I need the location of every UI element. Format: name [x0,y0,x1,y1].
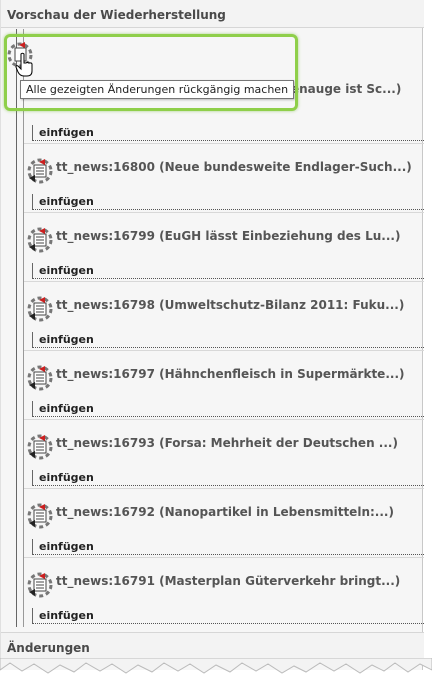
list-item: tt_news:16792 (Nanopartikel in Lebensmit… [24,488,424,538]
operation-label: einfügen [32,470,424,486]
undo-record-icon[interactable] [26,501,54,529]
undo-record-icon[interactable] [26,225,54,253]
item-title: tt_news:16791 (Masterplan Güterverkehr b… [56,574,401,588]
list-item: tt_news:16799 (EuGH lässt Einbeziehung d… [24,212,424,262]
preview-header: Vorschau der Wiederherstellung [1,0,424,28]
undo-record-icon[interactable] [26,570,54,598]
list-item: tt_news:16800 (Neue bundesweite Endlager… [24,143,424,193]
undo-all-tooltip: Alle gezeigten Änderungen rückgängig mac… [20,80,295,99]
undo-record-icon[interactable] [26,432,54,460]
item-title: tt_news:16800 (Neue bundesweite Endlager… [56,160,412,174]
torn-edge [0,658,432,674]
operation-label: einfügen [32,401,424,417]
undo-record-icon[interactable] [26,156,54,184]
list-item: tt_news:16793 (Forsa: Mehrheit der Deuts… [24,419,424,469]
item-title: tt_news:16799 (EuGH lässt Einbeziehung d… [56,229,401,243]
list-item: tt_news:16798 (Umweltschutz-Bilanz 2011:… [24,281,424,331]
operation-label: einfügen [32,539,424,555]
changes-header: Änderungen [1,632,424,660]
undo-record-icon[interactable] [26,363,54,391]
operation-label: einfügen [32,263,424,279]
restore-tree: enauge ist Sc...) einfügen tt_news:16800… [16,29,424,632]
operation-label: einfügen [32,332,424,348]
item-title: tt_news:16792 (Nanopartikel in Lebensmit… [56,505,394,519]
item-title: tt_news:16798 (Umweltschutz-Bilanz 2011:… [56,298,405,312]
restore-preview-panel: Vorschau der Wiederherstellung enauge is… [0,0,424,670]
item-title: tt_news:16797 (Hähnchenfleisch in Superm… [56,367,405,381]
hand-cursor-icon [15,52,35,78]
undo-record-icon[interactable] [26,294,54,322]
root-row: enauge ist Sc...) [16,29,424,112]
list-item: tt_news:16791 (Masterplan Güterverkehr b… [24,557,424,607]
list-item: tt_news:16797 (Hähnchenfleisch in Superm… [24,350,424,400]
item-title: tt_news:16793 (Forsa: Mehrheit der Deuts… [56,436,398,450]
operation-label: einfügen [32,608,424,624]
tree-line [16,29,17,627]
root-title: enauge ist Sc...) [291,82,402,96]
operation-label: einfügen [32,194,424,210]
operation-label: einfügen [32,125,424,141]
